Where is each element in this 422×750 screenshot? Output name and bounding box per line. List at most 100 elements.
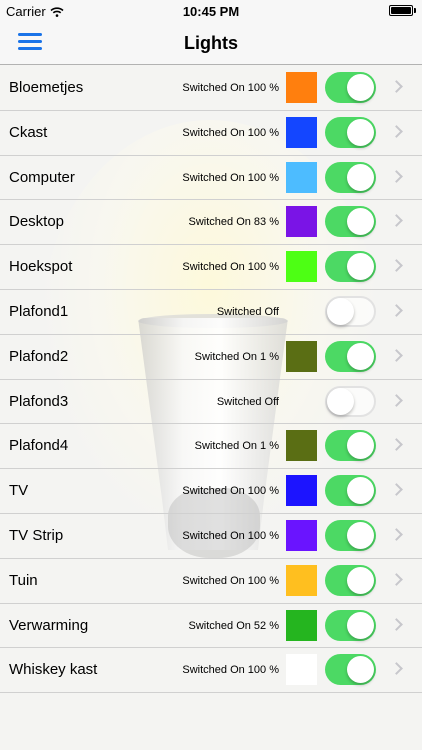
chevron-right-icon xyxy=(390,662,403,676)
light-status: Switched On 100 % xyxy=(182,126,279,139)
light-row[interactable]: Plafond1 Switched Off xyxy=(0,290,422,335)
chevron-right-icon xyxy=(390,617,403,631)
power-toggle[interactable] xyxy=(325,206,376,238)
color-swatch[interactable] xyxy=(286,206,317,238)
color-swatch[interactable] xyxy=(286,161,317,193)
color-swatch[interactable] xyxy=(286,654,317,686)
power-toggle[interactable] xyxy=(325,654,376,686)
battery-tip xyxy=(414,8,416,13)
light-status: Switched On 52 % xyxy=(188,619,280,632)
light-row[interactable]: Whiskey kast Switched On 100 % xyxy=(0,648,422,694)
toggle-knob xyxy=(347,163,374,191)
light-status: Switched On 83 % xyxy=(188,216,280,229)
navigation-bar: Lights xyxy=(0,22,422,65)
status-time: 10:45 PM xyxy=(182,4,240,19)
chevron-right-icon xyxy=(390,124,403,138)
chevron-right-icon xyxy=(390,304,403,317)
color-swatch[interactable] xyxy=(286,564,317,596)
power-toggle[interactable] xyxy=(325,475,376,507)
power-toggle[interactable] xyxy=(325,251,376,283)
light-name: Hoekspot xyxy=(9,258,73,276)
color-swatch[interactable] xyxy=(286,116,317,148)
color-swatch[interactable] xyxy=(286,519,317,551)
chevron-right-icon xyxy=(390,393,403,407)
color-swatch[interactable] xyxy=(286,609,317,641)
light-name: Plafond3 xyxy=(9,392,69,410)
light-row[interactable]: Verwarming Switched On 52 % xyxy=(0,604,422,649)
toggle-knob xyxy=(347,253,374,281)
light-row[interactable]: Plafond4 Switched On 1 % xyxy=(0,424,422,470)
light-row[interactable]: TV Strip Switched On 100 % xyxy=(0,514,422,559)
toggle-knob xyxy=(327,297,354,325)
chevron-right-icon xyxy=(390,438,403,452)
light-name: Plafond2 xyxy=(9,347,69,365)
color-swatch[interactable] xyxy=(286,430,317,462)
light-status: Switched On 100 % xyxy=(182,261,279,274)
toggle-knob xyxy=(347,656,374,684)
light-status: Switched On 100 % xyxy=(182,664,279,677)
toggle-knob xyxy=(327,387,354,415)
toggle-knob xyxy=(347,566,374,594)
power-toggle[interactable] xyxy=(325,519,376,551)
light-status: Switched On 100 % xyxy=(182,529,279,542)
chevron-right-icon xyxy=(390,572,403,586)
chevron-right-icon xyxy=(390,259,403,273)
light-name: Whiskey kast xyxy=(9,661,98,679)
lights-list: Bloemetjes Switched On 100 % Ckast Switched… xyxy=(0,66,422,694)
light-name: Plafond1 xyxy=(9,302,69,320)
chevron-right-icon xyxy=(390,214,403,228)
status-bar: Carrier 10:45 PM xyxy=(0,0,422,22)
light-name: Verwarming xyxy=(9,616,89,634)
light-status: Switched On 1 % xyxy=(194,350,279,363)
power-toggle[interactable] xyxy=(325,385,376,417)
light-row[interactable]: Ckast Switched On 100 % xyxy=(0,111,422,156)
chevron-right-icon xyxy=(390,348,403,362)
page-title: Lights xyxy=(184,33,238,53)
light-status: Switched On 100 % xyxy=(182,485,279,498)
toggle-knob xyxy=(347,208,374,236)
color-swatch[interactable] xyxy=(286,72,317,103)
light-row[interactable]: Hoekspot Switched On 100 % xyxy=(0,245,422,290)
power-toggle[interactable] xyxy=(325,340,376,372)
light-row[interactable]: TV Switched On 100 % xyxy=(0,469,422,514)
light-status: Switched On 100 % xyxy=(182,171,279,184)
light-status: Switched Off xyxy=(216,305,279,318)
color-swatch[interactable] xyxy=(286,340,317,372)
chevron-right-icon xyxy=(390,80,403,93)
light-row[interactable]: Desktop Switched On 83 % xyxy=(0,200,422,246)
light-row[interactable]: Plafond3 Switched Off xyxy=(0,380,422,425)
light-name: Bloemetjes xyxy=(9,79,84,96)
light-name: Ckast xyxy=(9,123,48,141)
light-name: Desktop xyxy=(9,213,65,231)
light-name: Plafond4 xyxy=(9,437,69,455)
power-toggle[interactable] xyxy=(325,295,376,327)
light-row[interactable]: Bloemetjes Switched On 100 % xyxy=(0,66,422,111)
power-toggle[interactable] xyxy=(325,116,376,148)
light-name: TV Strip xyxy=(9,526,64,544)
color-swatch[interactable] xyxy=(286,251,317,283)
toggle-knob xyxy=(347,74,374,101)
chevron-right-icon xyxy=(390,169,403,183)
light-name: Tuin xyxy=(9,571,38,589)
status-right xyxy=(389,5,416,16)
power-toggle[interactable] xyxy=(325,430,376,462)
power-toggle[interactable] xyxy=(325,72,376,103)
toggle-knob xyxy=(347,118,374,146)
light-status: Switched On 100 % xyxy=(182,574,279,587)
light-status: Switched Off xyxy=(216,395,279,408)
light-row[interactable]: Computer Switched On 100 % xyxy=(0,156,422,201)
battery-icon xyxy=(389,5,413,16)
chevron-right-icon xyxy=(390,483,403,497)
light-name: TV xyxy=(9,482,29,500)
chevron-right-icon xyxy=(390,528,403,541)
light-row[interactable]: Tuin Switched On 100 % xyxy=(0,559,422,604)
power-toggle[interactable] xyxy=(325,609,376,641)
power-toggle[interactable] xyxy=(325,161,376,193)
toggle-knob xyxy=(347,432,374,460)
light-row[interactable]: Plafond2 Switched On 1 % xyxy=(0,335,422,380)
power-toggle[interactable] xyxy=(325,564,376,596)
light-name: Computer xyxy=(9,168,75,186)
toggle-knob xyxy=(347,521,374,549)
color-swatch[interactable] xyxy=(286,475,317,507)
light-status: Switched On 100 % xyxy=(182,82,279,94)
